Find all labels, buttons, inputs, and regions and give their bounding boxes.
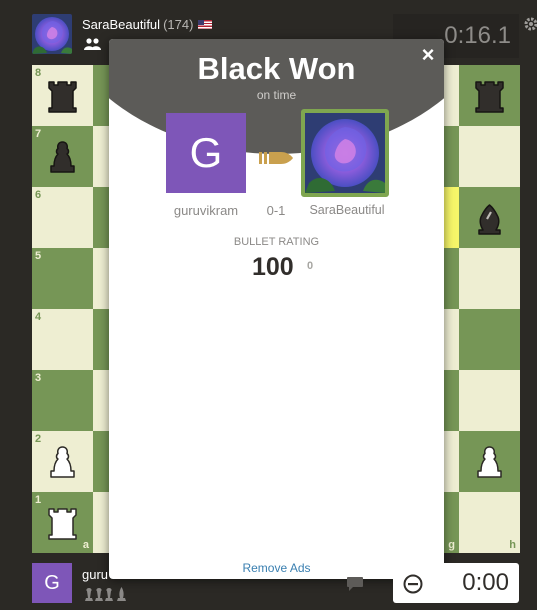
square-h8[interactable] — [459, 65, 520, 126]
square-a2[interactable]: 2 — [32, 431, 93, 492]
top-player-avatar[interactable] — [32, 14, 72, 54]
result-title: Black Won — [197, 51, 356, 86]
close-button[interactable]: × — [416, 44, 440, 68]
people-icon — [84, 38, 101, 50]
rank-label: 6 — [35, 189, 42, 201]
top-player-info: SaraBeautiful (174) — [82, 17, 213, 32]
square-h4[interactable] — [459, 309, 520, 370]
bottom-clock-time: 0:00 — [462, 569, 509, 596]
rating-value: 100 — [252, 253, 294, 281]
square-a7[interactable]: 7 — [32, 126, 93, 187]
chat-icon[interactable] — [346, 576, 364, 592]
square-a6[interactable]: 6 — [32, 187, 93, 248]
square-h1[interactable]: h — [459, 492, 520, 553]
white-player-name[interactable]: guruvikram — [159, 203, 253, 218]
rank-label: 4 — [35, 311, 42, 323]
bottom-player-clock: 0:00 — [393, 563, 519, 603]
captured-pieces-icon — [85, 587, 126, 601]
square-h5[interactable] — [459, 248, 520, 309]
bullet-icon — [259, 152, 293, 164]
square-h6[interactable] — [459, 187, 520, 248]
gear-icon[interactable] — [523, 16, 537, 32]
game-over-modal: Black Won on time × G guruvikram 0-1 Sar… — [109, 39, 444, 579]
rating-label: BULLET RATING — [233, 236, 320, 248]
square-h7[interactable] — [459, 126, 520, 187]
bottom-player-avatar[interactable]: G — [32, 563, 72, 603]
us-flag-icon — [198, 20, 213, 29]
square-h2[interactable] — [459, 431, 520, 492]
square-a5[interactable]: 5 — [32, 248, 93, 309]
rank-label: 3 — [35, 372, 42, 384]
black-player-name[interactable]: SaraBeautiful — [297, 203, 397, 217]
square-a8[interactable]: 8 — [32, 65, 93, 126]
top-player-name[interactable]: SaraBeautiful — [82, 17, 160, 32]
rating-change: 0 — [307, 260, 314, 272]
black-player-avatar[interactable] — [301, 109, 389, 197]
white-player-avatar[interactable]: G — [166, 113, 246, 193]
square-a3[interactable]: 3 — [32, 370, 93, 431]
top-player-rating: (174) — [163, 17, 194, 32]
file-label: h — [509, 539, 516, 551]
rank-label: 5 — [35, 250, 42, 262]
square-h3[interactable] — [459, 370, 520, 431]
bottom-player-name[interactable]: guru — [82, 567, 108, 582]
file-label: g — [448, 539, 455, 551]
game-score: 0-1 — [266, 203, 286, 218]
result-reason: on time — [256, 88, 297, 102]
square-a4[interactable]: 4 — [32, 309, 93, 370]
clock-icon — [403, 574, 423, 594]
square-a1[interactable]: 1a — [32, 492, 93, 553]
